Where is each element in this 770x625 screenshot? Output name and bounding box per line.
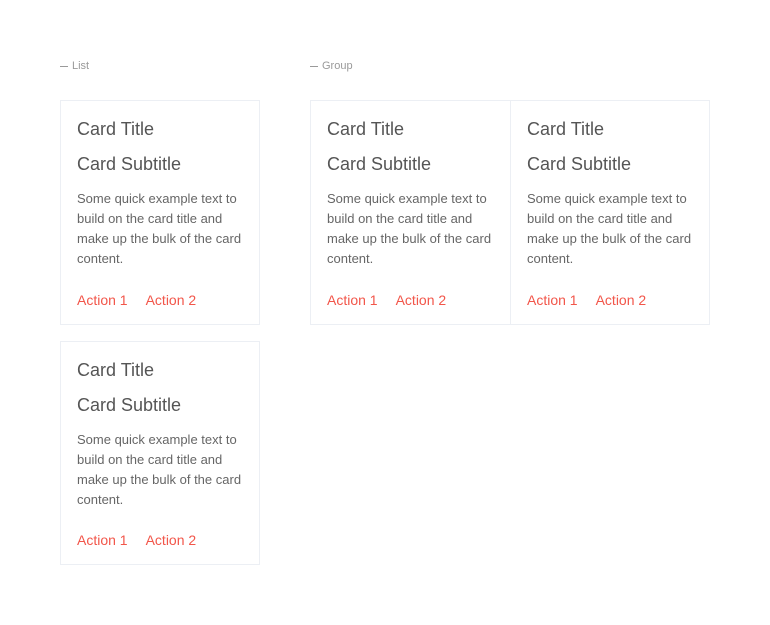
section-label-group: Group	[310, 60, 710, 72]
action-1-link[interactable]: Action 1	[77, 532, 128, 548]
card-title: Card Title	[527, 119, 693, 140]
action-1-link[interactable]: Action 1	[527, 292, 578, 308]
card-subtitle: Card Subtitle	[77, 154, 243, 175]
action-2-link[interactable]: Action 2	[596, 292, 647, 308]
card-title: Card Title	[77, 360, 243, 381]
card-text: Some quick example text to build on the …	[77, 189, 243, 270]
card-subtitle: Card Subtitle	[527, 154, 693, 175]
group-section: Group Card Title Card Subtitle Some quic…	[310, 60, 710, 325]
card-text: Some quick example text to build on the …	[327, 189, 494, 270]
card-text: Some quick example text to build on the …	[77, 430, 243, 511]
group-card: Card Title Card Subtitle Some quick exam…	[510, 100, 710, 325]
section-label-text: List	[72, 60, 89, 72]
list-card: Card Title Card Subtitle Some quick exam…	[60, 341, 260, 566]
card-actions: Action 1 Action 2	[77, 292, 243, 308]
card-group-row: Card Title Card Subtitle Some quick exam…	[310, 100, 710, 325]
section-label-list: List	[60, 60, 260, 72]
card-title: Card Title	[77, 119, 243, 140]
action-2-link[interactable]: Action 2	[146, 532, 197, 548]
action-2-link[interactable]: Action 2	[396, 292, 447, 308]
list-card: Card Title Card Subtitle Some quick exam…	[60, 100, 260, 325]
section-label-text: Group	[322, 60, 353, 72]
card-actions: Action 1 Action 2	[77, 532, 243, 548]
dash-icon	[60, 66, 68, 67]
card-title: Card Title	[327, 119, 494, 140]
card-subtitle: Card Subtitle	[77, 395, 243, 416]
card-text: Some quick example text to build on the …	[527, 189, 693, 270]
list-section: List Card Title Card Subtitle Some quick…	[60, 60, 260, 565]
card-subtitle: Card Subtitle	[327, 154, 494, 175]
card-actions: Action 1 Action 2	[527, 292, 693, 308]
action-1-link[interactable]: Action 1	[327, 292, 378, 308]
action-1-link[interactable]: Action 1	[77, 292, 128, 308]
dash-icon	[310, 66, 318, 67]
action-2-link[interactable]: Action 2	[146, 292, 197, 308]
group-card: Card Title Card Subtitle Some quick exam…	[310, 100, 510, 325]
card-actions: Action 1 Action 2	[327, 292, 494, 308]
